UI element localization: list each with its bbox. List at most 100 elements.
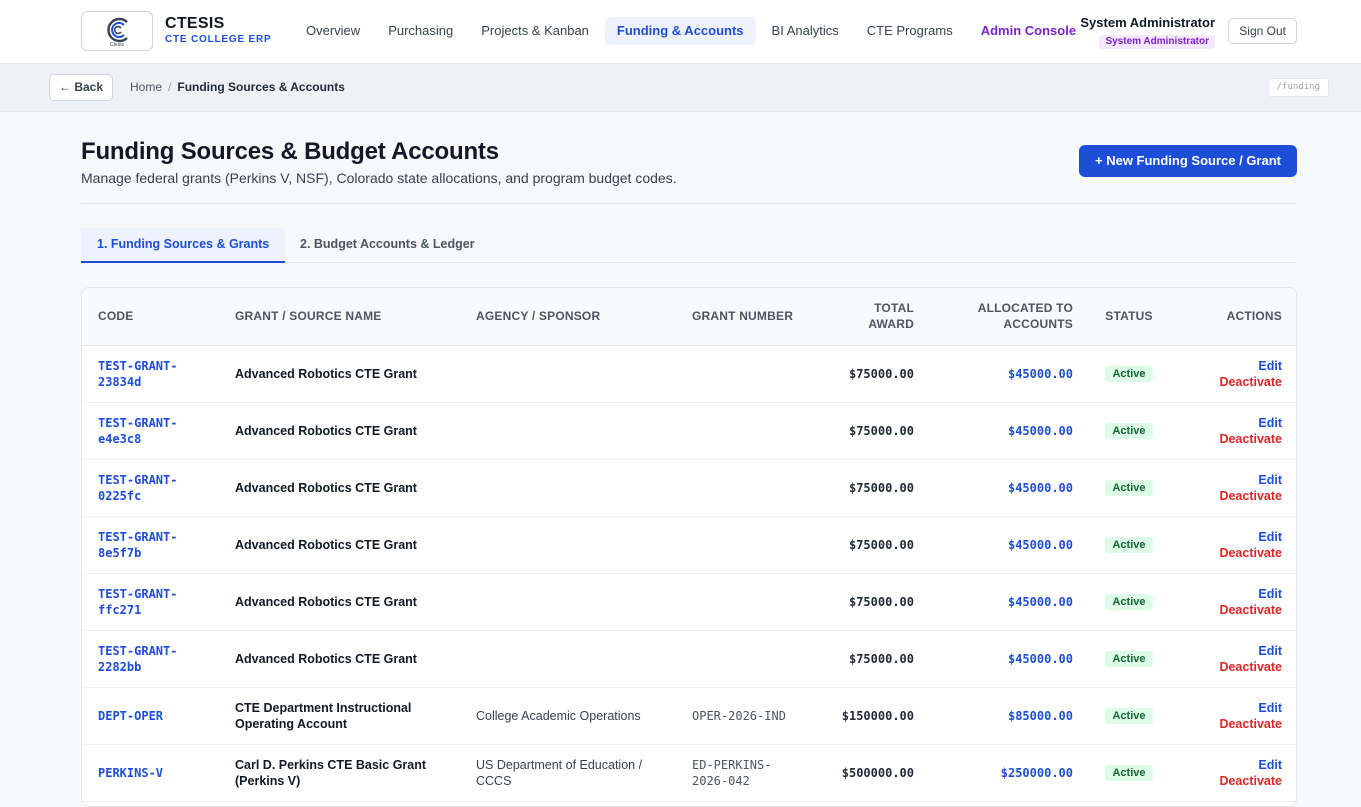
nav-bi-analytics[interactable]: BI Analytics xyxy=(760,17,851,45)
user-role-badge: System Administrator xyxy=(1099,35,1215,49)
row-code[interactable]: TEST-GRANT-ffc271 xyxy=(82,573,219,630)
status-badge: Active xyxy=(1105,651,1153,667)
row-actions: Edit Deactivate xyxy=(1169,402,1296,459)
row-status-cell: Active xyxy=(1089,459,1169,516)
row-actions: Edit Deactivate xyxy=(1169,744,1296,801)
edit-link[interactable]: Edit xyxy=(1185,529,1282,545)
tab-bar: 1. Funding Sources & Grants 2. Budget Ac… xyxy=(81,228,1297,263)
edit-link[interactable]: Edit xyxy=(1185,757,1282,773)
row-total-award: $75000.00 xyxy=(848,423,914,438)
new-funding-source-button[interactable]: + New Funding Source / Grant xyxy=(1079,145,1297,177)
deactivate-link[interactable]: Deactivate xyxy=(1185,773,1282,789)
status-badge: Active xyxy=(1105,765,1153,781)
table-row: TEST-GRANT-8e5f7b Advanced Robotics CTE … xyxy=(82,516,1296,573)
brand-tagline: CTE COLLEGE ERP xyxy=(165,34,272,45)
breadcrumb-home[interactable]: Home xyxy=(130,80,162,94)
row-total-award: $75000.00 xyxy=(848,651,914,666)
deactivate-link[interactable]: Deactivate xyxy=(1185,374,1282,390)
edit-link[interactable]: Edit xyxy=(1185,358,1282,374)
funding-sources-table: CODE GRANT / SOURCE NAME AGENCY / SPONSO… xyxy=(81,287,1297,807)
column-header-status: STATUS xyxy=(1105,309,1153,324)
column-header-actions: ACTIONS xyxy=(1226,309,1282,324)
column-header-agency: AGENCY / SPONSOR xyxy=(476,309,601,324)
row-code[interactable]: TEST-GRANT-8e5f7b xyxy=(82,516,219,573)
edit-link[interactable]: Edit xyxy=(1185,586,1282,602)
nav-funding-accounts[interactable]: Funding & Accounts xyxy=(604,17,756,45)
status-badge: Active xyxy=(1105,537,1153,553)
row-status-cell: Active xyxy=(1089,345,1169,402)
row-allocated: $45000.00 xyxy=(1007,366,1073,381)
tab-funding-sources[interactable]: 1. Funding Sources & Grants xyxy=(81,228,286,263)
table-row: TEST-GRANT-e4e3c8 Advanced Robotics CTE … xyxy=(82,402,1296,459)
row-agency xyxy=(460,459,676,516)
row-code[interactable]: TEST-GRANT-0225fc xyxy=(82,459,219,516)
main-nav: Overview Purchasing Projects & Kanban Fu… xyxy=(294,17,1092,45)
row-name: Advanced Robotics CTE Grant xyxy=(235,423,417,438)
edit-link[interactable]: Edit xyxy=(1185,472,1282,488)
row-actions: Edit Deactivate xyxy=(1169,630,1296,687)
deactivate-link[interactable]: Deactivate xyxy=(1185,431,1282,447)
row-grant-number xyxy=(676,345,816,402)
row-name: Advanced Robotics CTE Grant xyxy=(235,480,417,495)
breadcrumb: Home / Funding Sources & Accounts xyxy=(130,80,345,94)
row-agency xyxy=(460,345,676,402)
breadcrumb-separator: / xyxy=(168,80,172,94)
column-header-allocated: ALLOCATED TO ACCOUNTS xyxy=(977,301,1073,332)
nav-projects-kanban[interactable]: Projects & Kanban xyxy=(469,17,601,45)
row-name: Advanced Robotics CTE Grant xyxy=(235,537,417,552)
deactivate-link[interactable]: Deactivate xyxy=(1185,659,1282,675)
row-name: Advanced Robotics CTE Grant xyxy=(235,594,417,609)
row-total-award: $150000.00 xyxy=(841,708,914,723)
row-status-cell: Active xyxy=(1089,744,1169,801)
nav-purchasing[interactable]: Purchasing xyxy=(376,17,465,45)
user-name: System Administrator xyxy=(1080,15,1215,30)
app-logo[interactable]: Ctesis xyxy=(81,11,153,51)
row-status-cell: Active xyxy=(1089,516,1169,573)
column-header-total-award: TOTAL AWARD xyxy=(868,301,914,332)
row-code[interactable]: TEST-GRANT-23834d xyxy=(82,345,219,402)
row-grant-number: ED-PERKINS-2026-042 xyxy=(692,757,772,788)
deactivate-link[interactable]: Deactivate xyxy=(1185,545,1282,561)
logo-caption: Ctesis xyxy=(110,42,124,48)
row-agency xyxy=(460,630,676,687)
row-status-cell: Active xyxy=(1089,687,1169,744)
row-agency xyxy=(460,402,676,459)
breadcrumb-bar: ← Back Home / Funding Sources & Accounts /… xyxy=(0,64,1361,112)
row-name: Carl D. Perkins CTE Basic Grant (Perkins… xyxy=(235,757,427,788)
row-status-cell: Active xyxy=(1089,573,1169,630)
row-code[interactable]: DEPT-OPER xyxy=(82,687,219,744)
row-code[interactable]: PERKINS-V xyxy=(82,744,219,801)
status-badge: Active xyxy=(1105,366,1153,382)
row-grant-number xyxy=(676,573,816,630)
row-actions: Edit Deactivate xyxy=(1169,345,1296,402)
row-allocated: $45000.00 xyxy=(1007,537,1073,552)
row-agency xyxy=(460,573,676,630)
sign-out-button[interactable]: Sign Out xyxy=(1228,18,1297,44)
status-badge: Active xyxy=(1105,480,1153,496)
brand: CTESIS CTE COLLEGE ERP xyxy=(165,15,271,46)
row-grant-number xyxy=(676,630,816,687)
table-row: DEPT-OPER CTE Department Instructional O… xyxy=(82,687,1296,744)
tab-budget-accounts[interactable]: 2. Budget Accounts & Ledger xyxy=(284,228,491,263)
edit-link[interactable]: Edit xyxy=(1185,415,1282,431)
back-button[interactable]: ← Back xyxy=(49,74,114,101)
table-row: TEST-GRANT-23834d Advanced Robotics CTE … xyxy=(82,345,1296,402)
deactivate-link[interactable]: Deactivate xyxy=(1185,488,1282,504)
header-divider xyxy=(81,203,1297,204)
row-total-award: $75000.00 xyxy=(848,366,914,381)
nav-admin-console[interactable]: Admin Console xyxy=(969,17,1088,45)
table-row: TEST-GRANT-2282bb Advanced Robotics CTE … xyxy=(82,630,1296,687)
deactivate-link[interactable]: Deactivate xyxy=(1185,716,1282,732)
table-row: PERKINS-V Carl D. Perkins CTE Basic Gran… xyxy=(82,744,1296,801)
edit-link[interactable]: Edit xyxy=(1185,643,1282,659)
nav-overview[interactable]: Overview xyxy=(294,17,372,45)
page-subtitle: Manage federal grants (Perkins V, NSF), … xyxy=(81,170,677,186)
deactivate-link[interactable]: Deactivate xyxy=(1185,602,1282,618)
row-grant-number xyxy=(676,459,816,516)
nav-cte-programs[interactable]: CTE Programs xyxy=(855,17,965,45)
column-header-code: CODE xyxy=(98,309,134,324)
row-code[interactable]: TEST-GRANT-e4e3c8 xyxy=(82,402,219,459)
edit-link[interactable]: Edit xyxy=(1185,700,1282,716)
table-row: TEST-GRANT-0225fc Advanced Robotics CTE … xyxy=(82,459,1296,516)
row-code[interactable]: TEST-GRANT-2282bb xyxy=(82,630,219,687)
